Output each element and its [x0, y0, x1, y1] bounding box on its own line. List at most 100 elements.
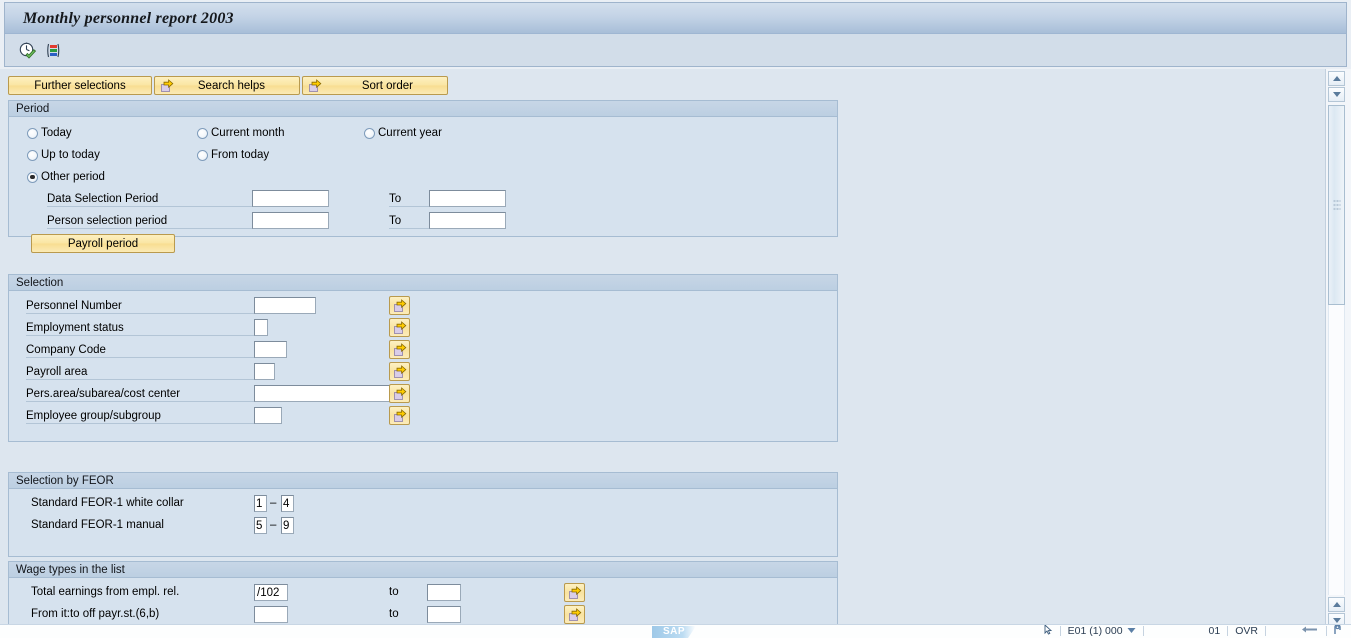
person-selection-period-input[interactable] — [252, 212, 329, 229]
radio-current-month-label: Current month — [211, 127, 285, 139]
employee-group-subgroup-label: Employee group/subgroup — [26, 409, 254, 424]
selection-screen-content: Further selections Search helps Sort ord… — [0, 69, 1325, 638]
radio-dot — [27, 127, 38, 139]
from-it-payr-multi-select-button[interactable] — [564, 605, 585, 624]
chevron-down-icon — [1332, 92, 1341, 97]
radio-current-year[interactable]: Current year — [364, 127, 442, 139]
total-earnings-from-input[interactable] — [254, 584, 288, 601]
radio-up-to-today-label: Up to today — [41, 149, 100, 161]
employee-group-subgroup-input[interactable] — [254, 407, 282, 424]
search-helps-label: Search helps — [197, 79, 265, 92]
status-separator — [1142, 626, 1144, 636]
pers-area-subarea-cost-center-input[interactable] — [254, 385, 391, 402]
vertical-scrollbar-inner — [1325, 69, 1350, 638]
execute-clock-icon[interactable] — [18, 41, 37, 60]
scroll-page-up-button[interactable] — [1328, 597, 1345, 612]
from-it-payr-to-input[interactable] — [427, 606, 461, 623]
period-group-header: Period — [9, 101, 837, 117]
page-title: Monthly personnel report 2003 — [23, 9, 234, 27]
feor-manual-from-input[interactable] — [254, 517, 267, 534]
chevron-up-icon — [1332, 602, 1341, 607]
radio-other-period-label: Other period — [41, 171, 105, 183]
vertical-scrollbar[interactable] — [1325, 69, 1351, 638]
payroll-area-label: Payroll area — [26, 365, 254, 380]
wage-types-group-header: Wage types in the list — [9, 562, 837, 578]
feor-group-header: Selection by FEOR — [9, 473, 837, 489]
feor-group-body: Standard FEOR-1 white collar – Standard … — [9, 489, 837, 557]
status-bar-right: E01 (1) 000 01 OVR — [1044, 625, 1349, 638]
person-selection-period-to-input[interactable] — [429, 212, 506, 229]
status-system[interactable]: E01 (1) 000 — [1068, 625, 1123, 637]
company-code-input[interactable] — [254, 341, 287, 358]
status-resize-left-icon — [1301, 625, 1319, 637]
status-separator — [1227, 626, 1229, 636]
data-selection-period-input[interactable] — [252, 190, 329, 207]
period-group-body: Today Current month Current year Up to t… — [9, 117, 837, 253]
feor-white-collar-to-input[interactable] — [281, 495, 294, 512]
scrollbar-track[interactable] — [1328, 305, 1345, 595]
scrollbar-grip-icon — [1333, 198, 1340, 212]
person-selection-period-label: Person selection period — [47, 214, 252, 229]
employment-status-input[interactable] — [254, 319, 268, 336]
selection-group-title: Selection — [16, 276, 64, 289]
pers-area-multi-select-button[interactable] — [389, 384, 410, 403]
status-server: 01 — [1208, 625, 1221, 637]
payroll-area-multi-select-button[interactable] — [389, 362, 410, 381]
selection-group-body: Personnel Number Employment status Compa… — [9, 291, 837, 442]
from-it-payr-from-input[interactable] — [254, 606, 288, 623]
scroll-up-button[interactable] — [1328, 71, 1345, 86]
radio-up-to-today[interactable]: Up to today — [27, 149, 100, 161]
payroll-area-input[interactable] — [254, 363, 275, 380]
total-earnings-to-input[interactable] — [427, 584, 461, 601]
selection-group-header: Selection — [9, 275, 837, 291]
window-title-bar: Monthly personnel report 2003 — [4, 2, 1347, 34]
radio-current-year-label: Current year — [378, 127, 442, 139]
scrollbar-thumb[interactable] — [1328, 105, 1345, 305]
feor-white-collar-label: Standard FEOR-1 white collar — [31, 497, 184, 509]
total-earnings-multi-select-button[interactable] — [564, 583, 585, 602]
icon-toolbar: © www.tutorialkart.com — [4, 34, 1347, 95]
from-it-payr-label: From it:to off payr.st.(6,b) — [31, 608, 160, 620]
selection-group: Selection Personnel Number Employment st… — [8, 274, 838, 442]
pers-area-subarea-cost-center-label: Pers.area/subarea/cost center — [26, 387, 254, 402]
status-separator — [1265, 626, 1266, 636]
employment-status-multi-select-button[interactable] — [389, 318, 410, 337]
variant-icon[interactable] — [44, 41, 63, 60]
wage-types-group-title: Wage types in the list — [16, 563, 125, 576]
radio-other-period[interactable]: Other period — [27, 171, 105, 183]
search-helps-button[interactable]: Search helps — [154, 76, 300, 95]
personnel-number-label: Personnel Number — [26, 299, 254, 314]
status-insert-mode[interactable]: OVR — [1235, 625, 1258, 637]
radio-dot — [364, 127, 375, 139]
feor-manual-label: Standard FEOR-1 manual — [31, 519, 164, 531]
sort-order-label: Sort order — [361, 79, 413, 92]
status-grip-icon[interactable] — [1334, 625, 1345, 638]
feor-manual-separator: – — [270, 519, 277, 531]
from-it-payr-to-label: to — [389, 608, 399, 620]
radio-today[interactable]: Today — [27, 127, 72, 139]
status-separator — [1059, 626, 1061, 636]
radio-dot — [27, 171, 38, 183]
personnel-number-input[interactable] — [254, 297, 316, 314]
total-earnings-to-label: to — [389, 586, 399, 598]
feor-white-collar-separator: – — [270, 497, 277, 509]
status-dropdown-icon[interactable] — [1127, 625, 1136, 637]
arrow-right-icon — [308, 79, 322, 93]
radio-current-month[interactable]: Current month — [197, 127, 285, 139]
employee-group-multi-select-button[interactable] — [389, 406, 410, 425]
company-code-multi-select-button[interactable] — [389, 340, 410, 359]
company-code-label: Company Code — [26, 343, 254, 358]
feor-group-title: Selection by FEOR — [16, 474, 114, 487]
data-selection-period-to-input[interactable] — [429, 190, 506, 207]
sort-order-button[interactable]: Sort order — [302, 76, 448, 95]
radio-from-today[interactable]: From today — [197, 149, 269, 161]
radio-today-label: Today — [41, 127, 72, 139]
further-selections-button[interactable]: Further selections — [8, 76, 152, 95]
personnel-number-multi-select-button[interactable] — [389, 296, 410, 315]
chevron-up-icon — [1332, 76, 1341, 81]
payroll-period-button[interactable]: Payroll period — [31, 234, 175, 253]
feor-white-collar-from-input[interactable] — [254, 495, 267, 512]
data-selection-period-label: Data Selection Period — [47, 192, 252, 207]
feor-manual-to-input[interactable] — [281, 517, 294, 534]
scroll-down-button[interactable] — [1328, 87, 1345, 102]
